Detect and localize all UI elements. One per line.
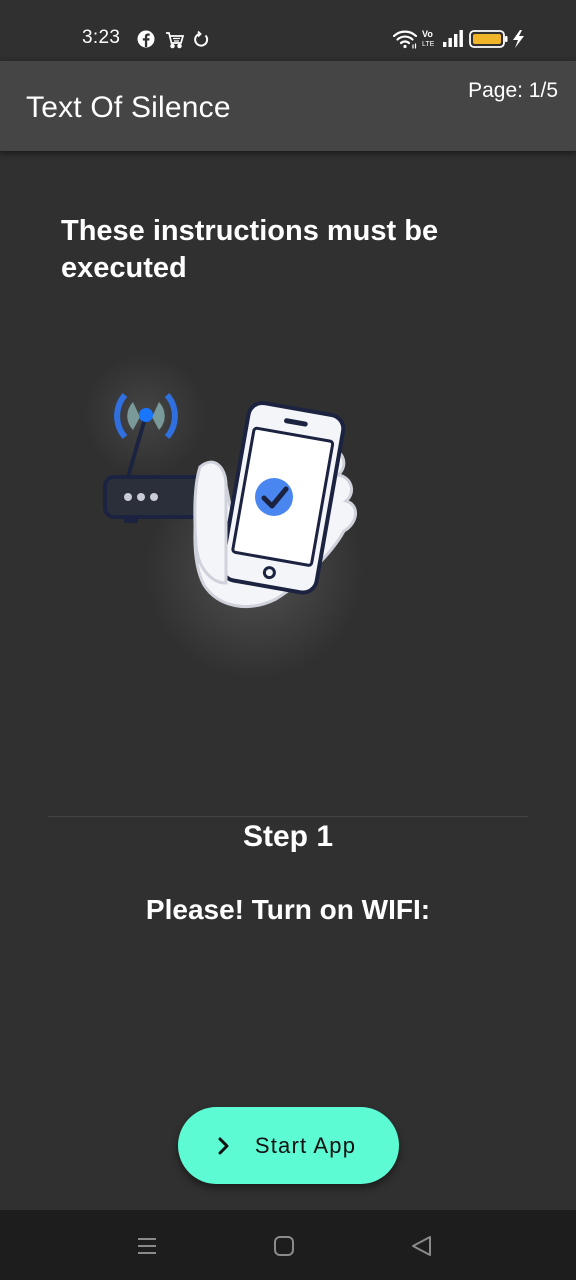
volte-icon: Vo LTE — [422, 29, 435, 48]
sync-icon — [194, 30, 209, 47]
divider — [48, 816, 528, 817]
page-indicator: Page: 1/5 — [468, 79, 558, 102]
status-right-icons: Vo LTE — [393, 29, 524, 49]
charging-icon — [513, 30, 524, 48]
facebook-icon — [137, 30, 155, 48]
status-bar: 3:23 Vo LTE — [0, 0, 576, 61]
app-bar: Text Of Silence Page: 1/5 — [0, 61, 576, 151]
step-label: Step 1 — [242, 820, 334, 853]
battery-icon — [469, 30, 508, 48]
status-time: 3:23 — [82, 27, 121, 48]
start-app-button[interactable]: Start App — [178, 1107, 399, 1184]
status-left-icons — [137, 30, 209, 49]
app-title: Text Of Silence — [26, 91, 231, 124]
wifi-phone-hand-illustration — [83, 355, 365, 675]
signal-icon — [443, 30, 463, 47]
check-icon — [255, 478, 293, 516]
cart-icon — [166, 32, 185, 49]
start-app-label: Start App — [254, 1132, 357, 1158]
svg-text:LTE: LTE — [422, 41, 435, 48]
menu-icon[interactable] — [135, 1234, 159, 1258]
step-instruction: Please! Turn on WIFI: — [145, 894, 431, 925]
wifi-icon — [393, 30, 418, 49]
back-icon[interactable] — [410, 1234, 434, 1258]
instructions-heading: These instructions must be executed — [61, 215, 439, 284]
home-icon[interactable] — [272, 1234, 296, 1258]
chevron-right-icon — [218, 1137, 229, 1154]
navigation-bar — [0, 1210, 576, 1280]
svg-text:Vo: Vo — [422, 29, 433, 39]
